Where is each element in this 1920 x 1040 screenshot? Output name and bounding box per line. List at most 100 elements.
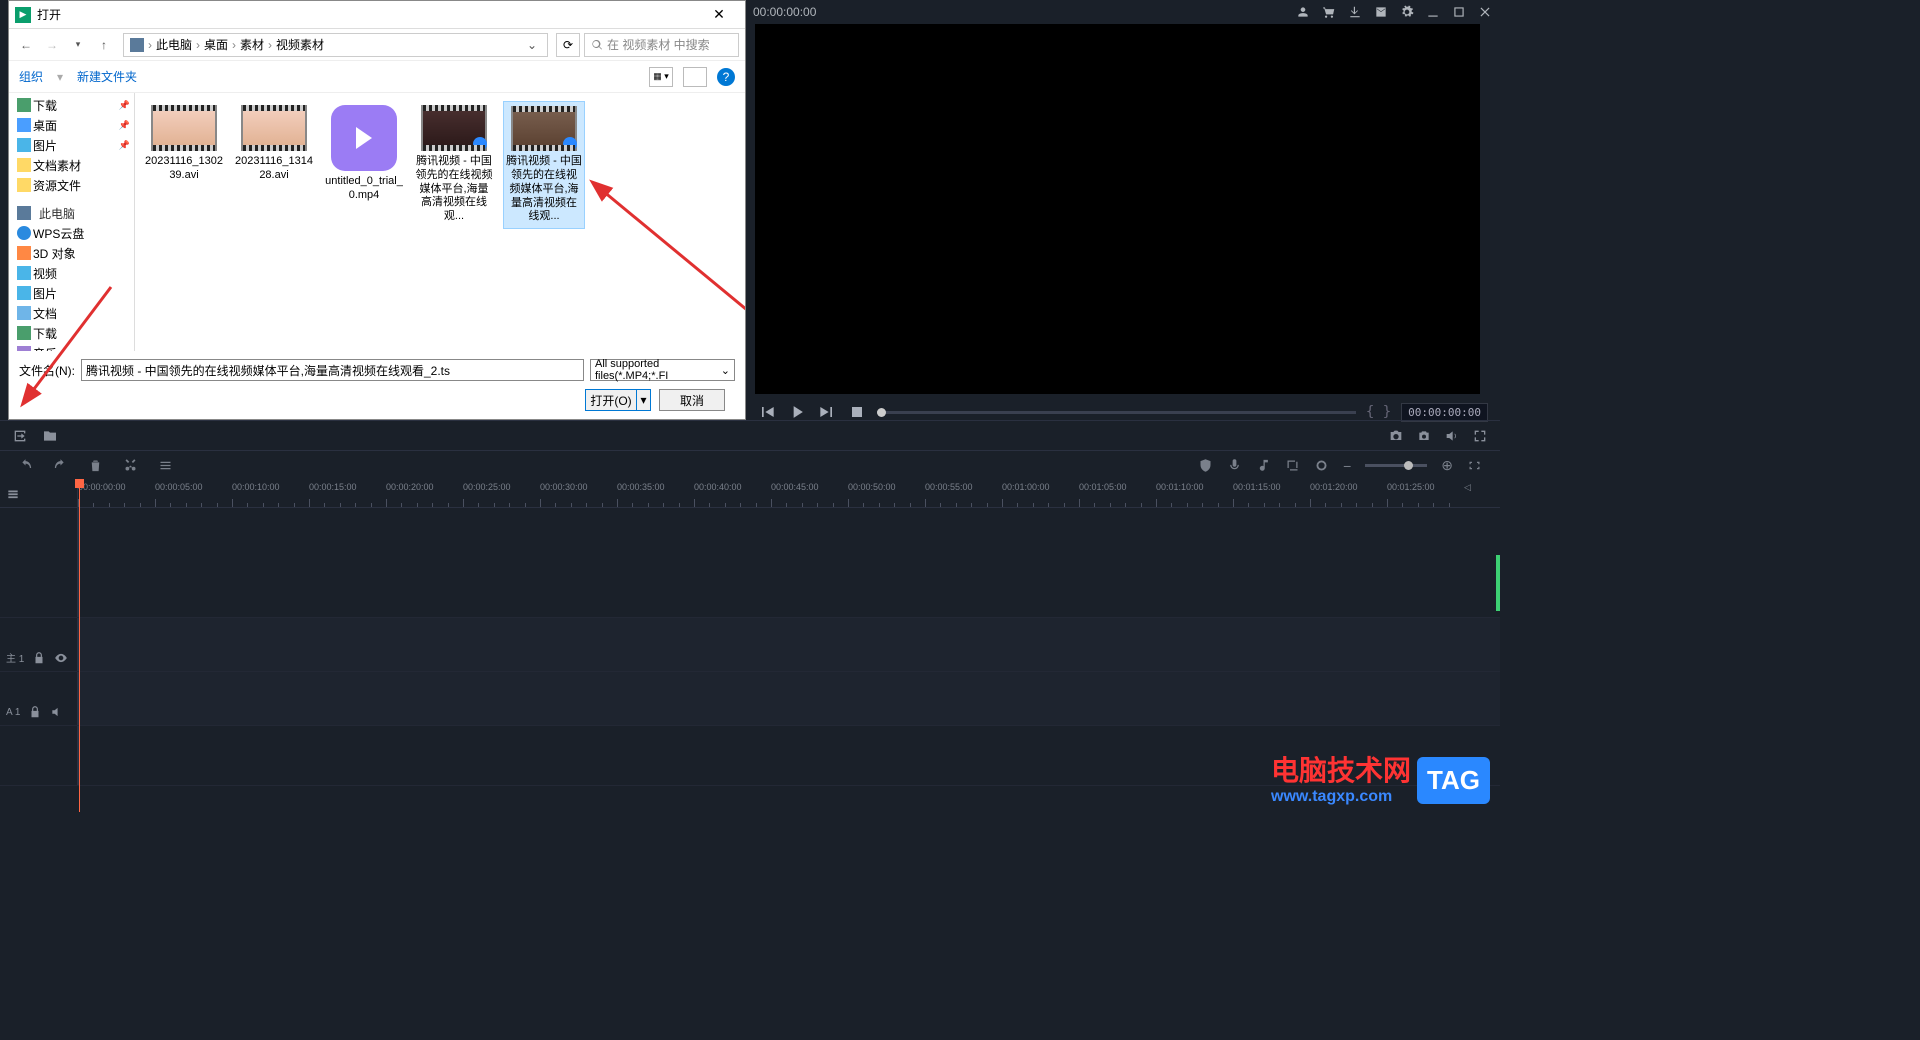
- zoom-out-button[interactable]: −: [1343, 458, 1351, 474]
- sidebar-item[interactable]: 3D 对象: [9, 243, 134, 263]
- delete-icon[interactable]: [88, 458, 103, 473]
- user-icon[interactable]: [1296, 5, 1310, 19]
- sidebar-item[interactable]: 视频: [9, 263, 134, 283]
- preview-timecode: 00:00:00:00: [1401, 403, 1488, 422]
- play-button[interactable]: [787, 402, 807, 422]
- file-item[interactable]: 20231116_130239.avi: [143, 101, 225, 229]
- file-label: 腾讯视频 - 中国领先的在线视频媒体平台,海量高清视频在线观...: [415, 155, 493, 224]
- breadcrumb-item[interactable]: 视频素材: [276, 36, 324, 53]
- mail-icon[interactable]: [1374, 5, 1388, 19]
- import-icon[interactable]: [12, 428, 28, 444]
- stop-button[interactable]: [847, 402, 867, 422]
- breadcrumb-item[interactable]: 桌面: [204, 36, 228, 53]
- cart-icon[interactable]: [1322, 5, 1336, 19]
- settings-icon[interactable]: [1400, 5, 1414, 19]
- breadcrumb-item[interactable]: 素材: [240, 36, 264, 53]
- timeline-ruler[interactable]: 00:00:00:0000:00:05:0000:00:10:0000:00:1…: [0, 480, 1500, 508]
- file-item[interactable]: 20231116_131428.avi: [233, 101, 315, 229]
- dialog-close-button[interactable]: ✕: [699, 6, 739, 23]
- filename-input[interactable]: [81, 359, 584, 381]
- folder-icon[interactable]: [42, 428, 58, 444]
- sidebar-item[interactable]: 图片: [9, 283, 134, 303]
- cancel-button[interactable]: 取消: [659, 389, 725, 411]
- preview-pane-button[interactable]: [683, 67, 707, 87]
- screenshot-icon[interactable]: [1388, 428, 1404, 444]
- nav-up-button[interactable]: ↑: [93, 34, 115, 56]
- sidebar-item[interactable]: 下载: [9, 323, 134, 343]
- watermark-tag: TAG: [1417, 757, 1490, 804]
- undo-icon[interactable]: [18, 458, 33, 473]
- nav-recent-button[interactable]: ▾: [67, 34, 89, 56]
- breadcrumb[interactable]: › 此电脑› 桌面› 素材› 视频素材 ⌄: [123, 33, 548, 57]
- eye-icon[interactable]: [54, 651, 68, 665]
- file-item[interactable]: 腾讯视频 - 中国领先的在线视频媒体平台,海量高清视频在线观...: [503, 101, 585, 229]
- item-icon: [17, 286, 31, 300]
- nav-back-button[interactable]: ←: [15, 34, 37, 56]
- sidebar-item[interactable]: 资源文件: [9, 175, 134, 195]
- sidebar-item-label: 文档素材: [33, 157, 81, 174]
- view-mode-button[interactable]: ▦ ▾: [649, 67, 673, 87]
- mic-icon[interactable]: [1227, 458, 1242, 473]
- crop-icon[interactable]: [1285, 458, 1300, 473]
- new-folder-button[interactable]: 新建文件夹: [77, 68, 137, 85]
- sidebar-item[interactable]: WPS云盘: [9, 223, 134, 243]
- file-item[interactable]: untitled_0_trial_0.mp4: [323, 101, 405, 229]
- sidebar-item[interactable]: 图片📌: [9, 135, 134, 155]
- ruler-mark: 00:00:00:00: [78, 482, 126, 492]
- open-button[interactable]: 打开(O): [585, 389, 637, 411]
- shield-icon[interactable]: [1198, 458, 1213, 473]
- fit-icon[interactable]: [1467, 458, 1482, 473]
- timeline-settings-icon[interactable]: [6, 487, 20, 501]
- breadcrumb-item[interactable]: 此电脑: [156, 36, 192, 53]
- organize-button[interactable]: 组织: [19, 68, 43, 85]
- sidebar-item[interactable]: 桌面📌: [9, 115, 134, 135]
- help-icon[interactable]: ?: [717, 68, 735, 86]
- marker-icon[interactable]: [1314, 458, 1329, 473]
- open-dropdown-button[interactable]: ▾: [637, 389, 651, 411]
- item-icon: [17, 246, 31, 260]
- refresh-button[interactable]: ⟳: [556, 33, 580, 57]
- maximize-icon[interactable]: [1452, 5, 1466, 19]
- breadcrumb-root-icon: [130, 38, 144, 52]
- nav-forward-button[interactable]: →: [41, 34, 63, 56]
- filter-label: All supported files(*.MP4;*.FI: [595, 358, 721, 382]
- sidebar-item[interactable]: 文档: [9, 303, 134, 323]
- watermark: 电脑技术网 www.tagxp.com TAG: [1271, 755, 1490, 806]
- breadcrumb-dropdown-icon[interactable]: ⌄: [523, 38, 541, 52]
- volume-icon[interactable]: [1444, 428, 1460, 444]
- fullscreen-icon[interactable]: [1472, 428, 1488, 444]
- close-app-icon[interactable]: [1478, 5, 1492, 19]
- audio-track[interactable]: A 1: [0, 672, 1500, 726]
- sidebar-item[interactable]: 音乐: [9, 343, 134, 351]
- sidebar-item[interactable]: 文档素材: [9, 155, 134, 175]
- chevron-down-icon: ⌄: [721, 364, 730, 377]
- download-icon[interactable]: [1348, 5, 1362, 19]
- sidebar-this-pc[interactable]: 此电脑: [9, 203, 134, 223]
- item-icon: [17, 306, 31, 320]
- cut-icon[interactable]: [123, 458, 138, 473]
- next-frame-button[interactable]: [817, 402, 837, 422]
- zoom-in-button[interactable]: ⊕: [1441, 457, 1453, 474]
- prev-frame-button[interactable]: [757, 402, 777, 422]
- file-item[interactable]: 腾讯视频 - 中国领先的在线视频媒体平台,海量高清视频在线观...: [413, 101, 495, 229]
- sidebar-item-label: WPS云盘: [33, 225, 84, 242]
- video-track[interactable]: 主 1: [0, 618, 1500, 672]
- lock-icon[interactable]: [28, 705, 42, 719]
- sidebar-item[interactable]: 下载📌: [9, 95, 134, 115]
- ruler-mark: 00:00:40:00: [694, 482, 742, 492]
- menu-icon[interactable]: [158, 458, 173, 473]
- music-note-icon[interactable]: [1256, 458, 1271, 473]
- search-input[interactable]: 在 视频素材 中搜索: [584, 33, 739, 57]
- file-label: 20231116_130239.avi: [145, 155, 223, 183]
- search-icon: [591, 39, 603, 51]
- playhead[interactable]: [79, 480, 80, 812]
- dialog-title: 打开: [37, 6, 61, 23]
- camera-icon[interactable]: [1416, 428, 1432, 444]
- zoom-slider[interactable]: [1365, 464, 1427, 467]
- redo-icon[interactable]: [53, 458, 68, 473]
- filetype-filter[interactable]: All supported files(*.MP4;*.FI ⌄: [590, 359, 735, 381]
- minimize-icon[interactable]: [1426, 5, 1440, 19]
- lock-icon[interactable]: [32, 651, 46, 665]
- speaker-icon[interactable]: [50, 705, 64, 719]
- preview-scrubber[interactable]: [877, 411, 1356, 414]
